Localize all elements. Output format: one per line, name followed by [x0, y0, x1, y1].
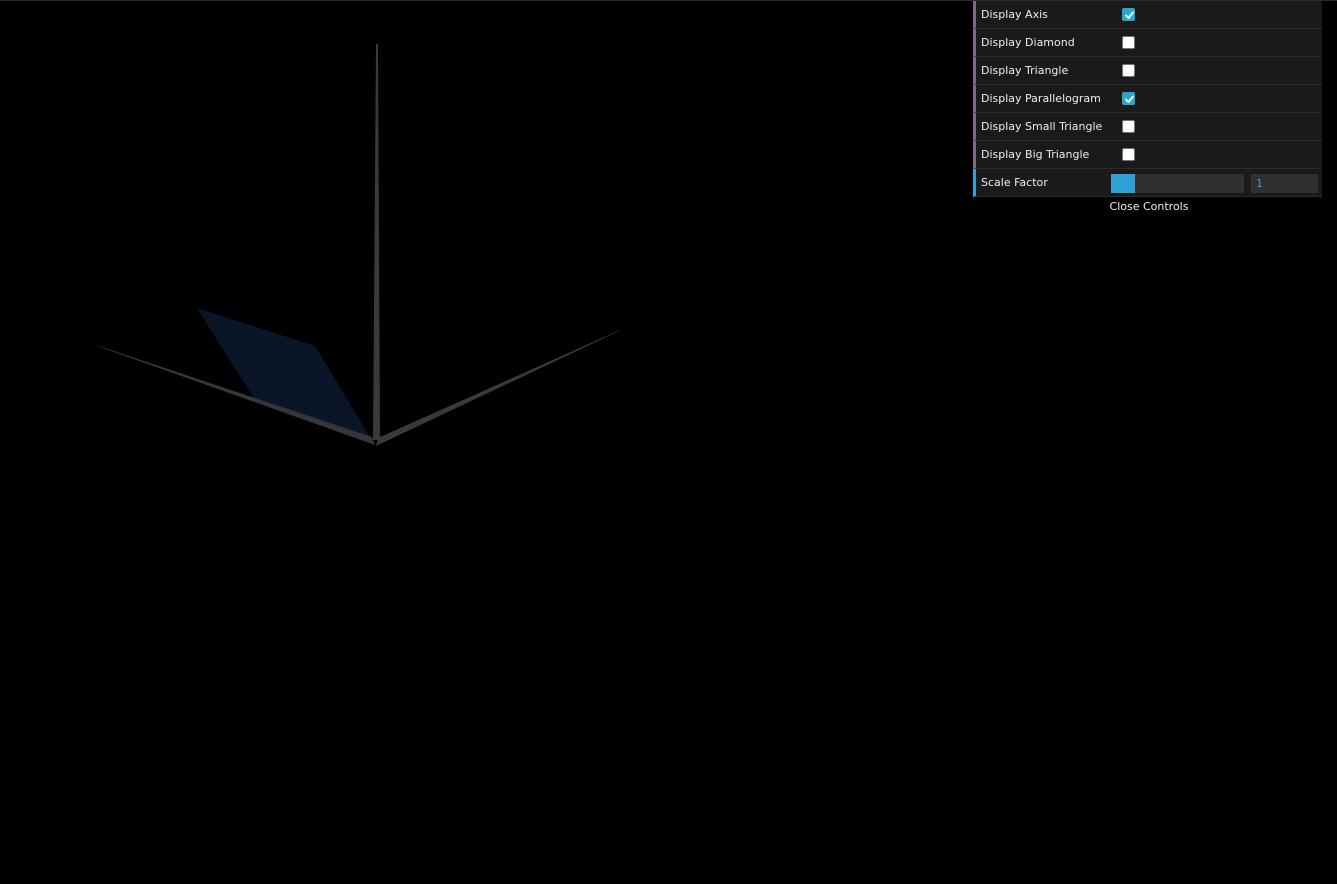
display-axis-row: Display Axis — [973, 1, 1322, 29]
display-parallelogram-label: Display Parallelogram — [981, 92, 1101, 105]
display-diamond-row: Display Diamond — [973, 29, 1322, 57]
display-small-triangle-label: Display Small Triangle — [981, 120, 1103, 133]
display-parallelogram-checkbox[interactable] — [1122, 92, 1135, 105]
display-triangle-checkbox[interactable] — [1122, 64, 1135, 77]
controls-panel: Display Axis Display Diamond Display Trian… — [973, 1, 1322, 217]
axis-y — [373, 44, 380, 440]
display-diamond-checkbox[interactable] — [1122, 36, 1135, 49]
parallelogram-shape — [197, 308, 373, 442]
display-axis-checkbox[interactable] — [1122, 8, 1135, 21]
display-triangle-row: Display Triangle — [973, 57, 1322, 85]
display-small-triangle-checkbox[interactable] — [1122, 120, 1135, 133]
scale-factor-slider[interactable] — [1111, 174, 1244, 193]
display-big-triangle-row: Display Big Triangle — [973, 141, 1322, 169]
display-triangle-label: Display Triangle — [981, 64, 1069, 77]
checkmark-icon — [1125, 95, 1134, 103]
display-small-triangle-row: Display Small Triangle — [973, 113, 1322, 141]
scale-factor-slider-fill — [1111, 174, 1135, 193]
display-big-triangle-label: Display Big Triangle — [981, 148, 1090, 161]
display-parallelogram-row: Display Parallelogram — [973, 85, 1322, 113]
axis-z — [376, 330, 620, 446]
close-controls-button[interactable]: Close Controls — [973, 197, 1322, 217]
display-big-triangle-checkbox[interactable] — [1122, 148, 1135, 161]
display-axis-label: Display Axis — [981, 8, 1048, 21]
scale-factor-row: Scale Factor — [973, 169, 1322, 197]
checkmark-icon — [1125, 11, 1134, 19]
scale-factor-label: Scale Factor — [981, 176, 1048, 189]
display-diamond-label: Display Diamond — [981, 36, 1075, 49]
scale-factor-input[interactable] — [1251, 174, 1318, 193]
